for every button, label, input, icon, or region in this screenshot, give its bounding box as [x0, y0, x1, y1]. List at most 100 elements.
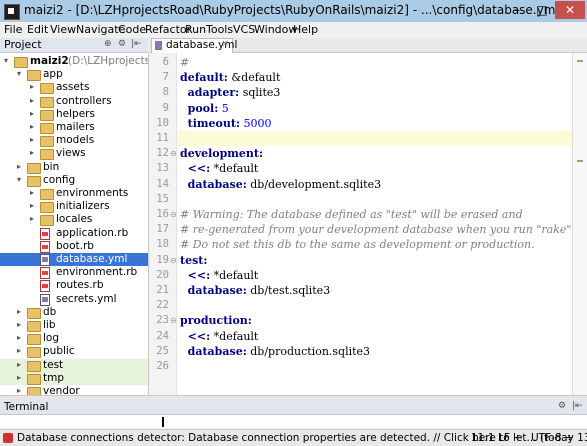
- change-marker[interactable]: [577, 160, 583, 162]
- collapse-arrow-icon[interactable]: ▸: [30, 96, 34, 105]
- hide-panel-icon[interactable]: |⇤: [131, 39, 142, 49]
- tree-item-label: config: [43, 173, 76, 186]
- expand-arrow-icon[interactable]: ▾: [17, 175, 21, 184]
- code-line[interactable]: database: db/test.sqlite3: [180, 284, 331, 297]
- tab-database-yml[interactable]: database.yml ×: [151, 38, 237, 53]
- code-line[interactable]: adapter: sqlite3: [180, 86, 281, 100]
- code-line[interactable]: database: db/development.sqlite3: [180, 178, 381, 191]
- code-line[interactable]: timeout: 5000: [180, 117, 272, 130]
- code-line[interactable]: #: [180, 56, 189, 69]
- collapse-arrow-icon[interactable]: ▸: [30, 148, 34, 157]
- tree-item[interactable]: ▾ app: [0, 68, 148, 82]
- fold-icon[interactable]: ⊖: [170, 316, 177, 325]
- tree-item[interactable]: ▸ bin: [0, 161, 148, 174]
- tree-item[interactable]: routes.rb: [0, 279, 148, 293]
- editor-scrollbar[interactable]: [572, 53, 587, 395]
- menu-window[interactable]: Window: [254, 23, 297, 36]
- terminal-area[interactable]: [0, 415, 587, 428]
- collapse-arrow-icon[interactable]: ▸: [17, 373, 21, 382]
- code-line[interactable]: <<: *default: [180, 269, 259, 282]
- collapse-arrow-icon[interactable]: ▸: [30, 188, 34, 197]
- tree-item[interactable]: ▸ locales: [0, 213, 148, 227]
- tree-item[interactable]: secrets.yml: [0, 293, 148, 306]
- collapse-arrow-icon[interactable]: ▸: [30, 201, 34, 210]
- tree-item[interactable]: environment.rb: [0, 266, 148, 280]
- code-line[interactable]: # re-generated from your development dat…: [180, 223, 575, 236]
- tree-item[interactable]: ▾ maizi2(D:\LZHprojectsRoad\R: [0, 55, 148, 68]
- fold-icon[interactable]: ⊖: [170, 256, 177, 265]
- collapse-arrow-icon[interactable]: ▸: [17, 307, 21, 316]
- code-line[interactable]: production:: [180, 314, 252, 327]
- collapse-arrow-icon[interactable]: ▸: [30, 109, 34, 118]
- tree-item[interactable]: ▸ views: [0, 147, 148, 161]
- collapse-arrow-icon[interactable]: ▸: [17, 386, 21, 395]
- close-tab-icon[interactable]: ×: [221, 39, 229, 49]
- menu-code[interactable]: Code: [118, 23, 146, 36]
- tree-item[interactable]: application.rb: [0, 227, 148, 240]
- tree-item[interactable]: ▸ db: [0, 306, 148, 319]
- line-separator[interactable]: LF ÷: [498, 432, 522, 444]
- tree-item[interactable]: ▸ log: [0, 332, 148, 346]
- code-line[interactable]: # Do not set this db to the same as deve…: [180, 238, 535, 251]
- fold-icon[interactable]: ⊖: [170, 149, 177, 158]
- caret-position[interactable]: 11:1: [471, 432, 495, 444]
- tree-item[interactable]: ▸ public: [0, 345, 148, 359]
- collapse-arrow-icon[interactable]: ▸: [17, 346, 21, 355]
- code-line[interactable]: test:: [180, 254, 207, 267]
- tree-item[interactable]: ▸ assets: [0, 81, 148, 95]
- collapse-arrow-icon[interactable]: ▸: [17, 333, 21, 342]
- tree-item[interactable]: ▸ mailers: [0, 121, 148, 134]
- menu-tools[interactable]: Tools: [206, 23, 233, 36]
- locate-file-icon[interactable]: ⊕: [104, 39, 112, 49]
- tree-item[interactable]: ▸ vendor: [0, 385, 148, 395]
- tree-item[interactable]: ▸ initializers: [0, 200, 148, 214]
- gear-icon[interactable]: ⚙: [558, 401, 566, 411]
- terminal-title[interactable]: Terminal: [4, 401, 48, 413]
- menu-run[interactable]: Run: [185, 23, 206, 36]
- collapse-arrow-icon[interactable]: ▸: [17, 162, 21, 171]
- tree-item[interactable]: ▸ tmp: [0, 371, 148, 385]
- code-line[interactable]: default: &default: [180, 71, 280, 84]
- tree-item[interactable]: ▸ models: [0, 134, 148, 148]
- code-line[interactable]: development:: [180, 147, 263, 160]
- event-log-icon[interactable]: [3, 433, 13, 443]
- expand-arrow-icon[interactable]: ▾: [4, 56, 8, 65]
- tree-item[interactable]: ▸ environments: [0, 187, 148, 200]
- code-line[interactable]: pool: 5: [180, 102, 229, 115]
- code-token: default:: [180, 71, 228, 85]
- hide-panel-icon[interactable]: |⇤: [572, 401, 583, 411]
- collapse-arrow-icon[interactable]: ▸: [30, 214, 34, 223]
- project-panel-title[interactable]: Project: [4, 38, 42, 51]
- tree-item[interactable]: ▾ config: [0, 174, 148, 187]
- tree-item[interactable]: boot.rb: [0, 240, 148, 253]
- tree-item[interactable]: ▸ test: [0, 358, 148, 372]
- tree-item[interactable]: ▸ controllers: [0, 95, 148, 108]
- fold-icon[interactable]: ⊖: [170, 210, 177, 219]
- gear-icon[interactable]: ⚙: [118, 39, 126, 49]
- menu-view[interactable]: View: [50, 23, 76, 36]
- menu-file[interactable]: File: [4, 23, 22, 36]
- collapse-arrow-icon[interactable]: ▸: [30, 122, 34, 131]
- code-line[interactable]: # Warning: The database defined as "test…: [180, 208, 523, 221]
- maximize-button[interactable]: □: [530, 1, 554, 19]
- tree-item[interactable]: ▸ lib: [0, 319, 148, 332]
- menu-edit[interactable]: Edit: [27, 23, 48, 36]
- collapse-arrow-icon[interactable]: ▸: [30, 82, 34, 91]
- collapse-arrow-icon[interactable]: ▸: [17, 360, 21, 369]
- collapse-arrow-icon[interactable]: ▸: [30, 135, 34, 144]
- menu-help[interactable]: Help: [293, 23, 318, 36]
- collapse-arrow-icon[interactable]: ▸: [17, 320, 21, 329]
- expand-arrow-icon[interactable]: ▾: [17, 69, 21, 78]
- code-line[interactable]: <<: *default: [180, 162, 259, 175]
- close-button[interactable]: ✕: [555, 1, 585, 19]
- code-token: adapter:: [180, 86, 240, 100]
- code-line[interactable]: database: db/production.sqlite3: [180, 345, 370, 358]
- tree-item-label: helpers: [56, 107, 95, 120]
- file-encoding[interactable]: UTF-8 ÷: [531, 432, 574, 444]
- minimize-button[interactable]: –: [505, 1, 529, 19]
- code-line[interactable]: <<: *default: [180, 330, 259, 343]
- tree-item[interactable]: database.yml: [0, 253, 148, 266]
- change-marker[interactable]: [577, 60, 583, 62]
- tree-item[interactable]: ▸ helpers: [0, 108, 148, 121]
- menu-vcs[interactable]: VCS: [233, 23, 255, 36]
